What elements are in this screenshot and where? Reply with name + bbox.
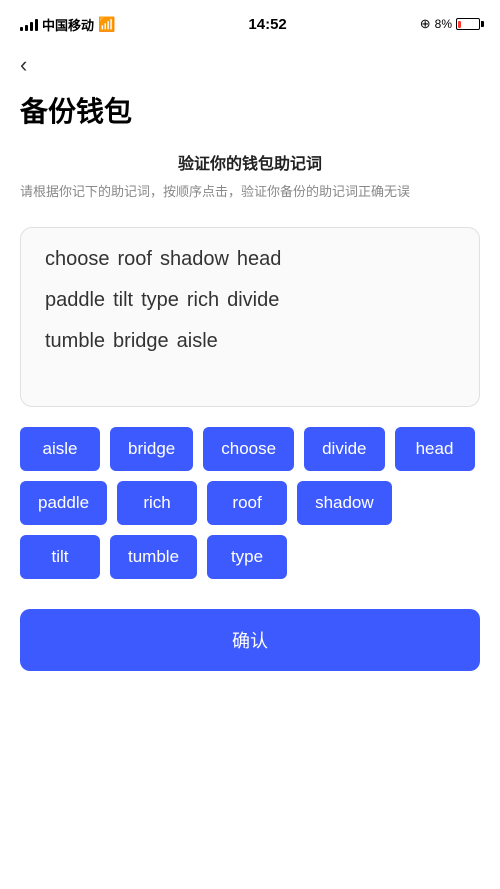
back-arrow-icon: ‹ — [20, 52, 27, 77]
confirm-section: 确认 — [0, 599, 500, 701]
word-button-rich[interactable]: rich — [117, 481, 197, 525]
wifi-icon: 📶 — [98, 16, 115, 33]
signal-icon — [20, 17, 38, 31]
battery-icon — [456, 18, 480, 30]
pool-word-bridge: bridge — [113, 330, 169, 353]
pool-word-roof: roof — [118, 248, 152, 271]
battery-area: ⊕ 8% — [420, 16, 480, 32]
word-button-choose[interactable]: choose — [203, 427, 294, 471]
word-button-tilt[interactable]: tilt — [20, 535, 100, 579]
pool-word-type: type — [141, 289, 179, 312]
word-pool-row-3: tumble bridge aisle — [45, 330, 455, 353]
word-button-roof[interactable]: roof — [207, 481, 287, 525]
pool-word-aisle: aisle — [177, 330, 218, 353]
word-button-bridge[interactable]: bridge — [110, 427, 193, 471]
pool-word-divide: divide — [227, 289, 279, 312]
pool-word-head: head — [237, 248, 282, 271]
word-button-paddle[interactable]: paddle — [20, 481, 107, 525]
status-bar: 中国移动 📶 14:52 ⊕ 8% — [0, 0, 500, 44]
back-button[interactable]: ‹ — [0, 44, 500, 82]
selectable-words-section: aisle bridge choose divide head paddle r… — [0, 427, 500, 599]
pool-word-choose: choose — [45, 248, 110, 271]
pool-word-paddle: paddle — [45, 289, 105, 312]
subtitle-description: 请根据你记下的助记词，按顺序点击，验证你备份的助记词正确无误 — [20, 182, 480, 203]
word-button-aisle[interactable]: aisle — [20, 427, 100, 471]
word-button-head[interactable]: head — [395, 427, 475, 471]
confirm-button[interactable]: 确认 — [20, 609, 480, 671]
word-button-tumble[interactable]: tumble — [110, 535, 197, 579]
word-button-shadow[interactable]: shadow — [297, 481, 392, 525]
subtitle-section: 验证你的钱包助记词 请根据你记下的助记词，按顺序点击，验证你备份的助记词正确无误 — [0, 150, 500, 215]
pool-word-rich: rich — [187, 289, 219, 312]
word-button-divide[interactable]: divide — [304, 427, 384, 471]
word-pool-row-1: choose roof shadow head — [45, 248, 455, 271]
word-pool-row-2: paddle tilt type rich divide — [45, 289, 455, 312]
pool-word-shadow: shadow — [160, 248, 229, 271]
pool-word-tilt: tilt — [113, 289, 133, 312]
carrier-label: 中国移动 — [42, 15, 94, 34]
pool-word-tumble: tumble — [45, 330, 105, 353]
battery-percent: 8% — [435, 17, 452, 31]
carrier-signal: 中国移动 📶 — [20, 15, 115, 34]
word-pool-box: choose roof shadow head paddle tilt type… — [20, 227, 480, 407]
subtitle-main: 验证你的钱包助记词 — [20, 150, 480, 174]
status-time: 14:52 — [248, 16, 286, 33]
satellite-icon: ⊕ — [420, 16, 431, 32]
word-button-type[interactable]: type — [207, 535, 287, 579]
page-title: 备份钱包 — [0, 82, 500, 150]
